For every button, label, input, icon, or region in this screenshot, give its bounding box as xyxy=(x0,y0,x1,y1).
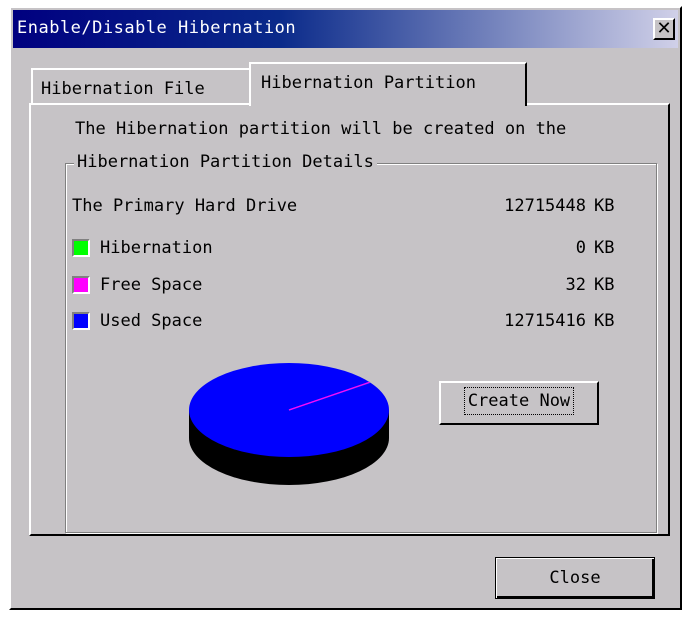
free-space-value: 32 xyxy=(565,275,586,295)
create-now-button[interactable]: Create Now xyxy=(439,381,599,425)
drive-label: The Primary Hard Drive xyxy=(72,196,298,216)
used-space-value: 12715416 xyxy=(504,311,586,331)
free-space-unit: KB xyxy=(594,275,615,295)
hibernation-dialog: Enable/Disable Hibernation ✕ Hibernation… xyxy=(9,6,682,610)
close-icon[interactable]: ✕ xyxy=(653,18,675,40)
free-space-label: Free Space xyxy=(100,275,203,295)
title-bar[interactable]: Enable/Disable Hibernation ✕ xyxy=(13,10,678,48)
free-space-color-swatch xyxy=(72,276,90,294)
intro-text: The Hibernation partition will be create… xyxy=(75,119,567,139)
drive-size-value: 12715448 xyxy=(504,196,586,216)
used-space-label: Used Space xyxy=(100,311,203,331)
tab-panel: The Hibernation partition will be create… xyxy=(29,103,670,536)
drive-size-unit: KB xyxy=(594,196,615,216)
hibernation-label: Hibernation xyxy=(100,238,213,258)
group-legend: Hibernation Partition Details xyxy=(74,152,377,172)
window-title: Enable/Disable Hibernation xyxy=(17,18,297,38)
hibernation-unit: KB xyxy=(594,238,615,258)
tab-hibernation-partition[interactable]: Hibernation Partition xyxy=(249,62,527,106)
hibernation-color-swatch xyxy=(72,239,90,257)
used-space-unit: KB xyxy=(594,311,615,331)
partition-details-group: Hibernation Partition Details The Primar… xyxy=(65,152,657,533)
tab-hibernation-file[interactable]: Hibernation File xyxy=(31,68,251,104)
close-button[interactable]: Close xyxy=(495,557,655,599)
used-space-color-swatch xyxy=(72,312,90,330)
create-now-label: Create Now xyxy=(463,387,575,415)
hibernation-value: 0 xyxy=(575,238,586,258)
partition-pie-chart xyxy=(189,363,389,485)
